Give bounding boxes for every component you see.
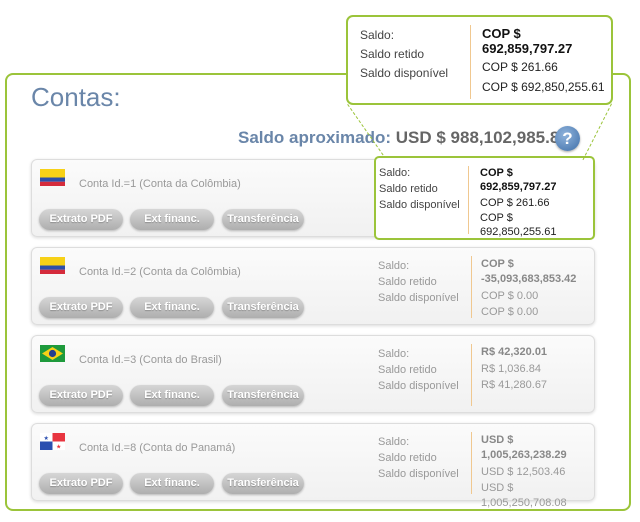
saldo-retido-value: COP $ 0.00 — [481, 290, 539, 302]
svg-text:★: ★ — [56, 443, 61, 450]
saldo-retido-label: Saldo retido — [378, 452, 437, 464]
ext-financ-button[interactable]: Ext financ. — [130, 209, 214, 230]
transferencia-button[interactable]: Transferência — [222, 297, 304, 318]
transferencia-button[interactable]: Transferência — [222, 209, 304, 230]
saldo-retido-value: COP $ 261.66 — [482, 60, 558, 74]
account-label: Conta Id.=8 (Conta do Panamá) — [79, 442, 236, 454]
ext-financ-button[interactable]: Ext financ. — [130, 385, 214, 406]
saldo-disponivel-label: Saldo disponível — [378, 380, 459, 392]
saldo-disponivel-label: Saldo disponível — [378, 292, 459, 304]
brazil-flag-icon — [40, 345, 65, 362]
saldo-disponivel-value: COP $ 0.00 — [481, 306, 539, 318]
panama-flag-icon: ★ ★ — [40, 433, 65, 450]
saldo-retido-value: USD $ 12,503.46 — [481, 466, 566, 478]
saldo-value: COP $ 692,859,797.27 — [482, 26, 573, 56]
approximate-balance-label: Saldo aproximado: — [238, 128, 392, 147]
saldo-retido-label: Saldo retido — [379, 183, 438, 195]
account-label: Conta Id.=3 (Conta do Brasil) — [79, 354, 222, 366]
account-card-2: Conta Id.=2 (Conta da Colômbia) Extrato … — [31, 247, 595, 325]
divider — [471, 256, 472, 318]
saldo-label: Saldo: — [379, 167, 411, 179]
saldo-disponivel-value: R$ 41,280.67 — [481, 379, 548, 391]
saldo-value: USD $ 1,005,263,238.29 — [481, 434, 567, 461]
question-icon[interactable]: ? — [555, 126, 580, 151]
saldo-disponivel-value: USD $ 1,005,250,708.08 — [481, 482, 567, 509]
extrato-pdf-button[interactable]: Extrato PDF — [39, 385, 123, 406]
svg-text:★: ★ — [44, 435, 49, 442]
saldo-label: Saldo: — [378, 260, 410, 272]
ext-financ-button[interactable]: Ext financ. — [130, 473, 214, 494]
saldo-retido-value: R$ 1,036.84 — [481, 363, 541, 375]
saldo-value: COP $ -35,093,683,853.42 — [481, 258, 577, 285]
colombia-flag-icon — [40, 169, 65, 186]
account-label: Conta Id.=1 (Conta da Colômbia) — [79, 178, 241, 190]
colombia-flag-icon — [40, 257, 65, 274]
divider — [468, 166, 469, 234]
balance-callout: Saldo: Saldo retido Saldo disponível COP… — [346, 15, 613, 105]
saldo-disponivel-value: COP $ 692,850,255.61 — [480, 212, 557, 238]
extrato-pdf-button[interactable]: Extrato PDF — [39, 297, 123, 318]
account-label: Conta Id.=2 (Conta da Colômbia) — [79, 266, 241, 278]
saldo-retido-value: COP $ 261.66 — [480, 197, 550, 209]
approximate-balance-value: USD $ 988,102,985.80 — [395, 128, 569, 147]
saldo-retido-label: Saldo retido — [360, 47, 425, 61]
saldo-retido-label: Saldo retido — [378, 276, 437, 288]
saldo-disponivel-label: Saldo disponível — [379, 199, 460, 211]
saldo-disponivel-label: Saldo disponível — [360, 66, 449, 80]
extrato-pdf-button[interactable]: Extrato PDF — [39, 209, 123, 230]
transferencia-button[interactable]: Transferência — [222, 473, 304, 494]
account-card-3: Conta Id.=3 (Conta do Brasil) Extrato PD… — [31, 335, 595, 413]
saldo-label: Saldo: — [378, 436, 410, 448]
divider — [471, 344, 472, 406]
saldo-value: R$ 42,320.01 — [481, 346, 548, 358]
account-1-balance-box: Saldo: Saldo retido Saldo disponível COP… — [374, 156, 595, 240]
page-title: Contas: — [31, 82, 121, 112]
saldo-label: Saldo: — [360, 28, 395, 42]
extrato-pdf-button[interactable]: Extrato PDF — [39, 473, 123, 494]
divider — [471, 432, 472, 494]
saldo-value: COP $ 692,859,797.27 — [480, 167, 557, 193]
transferencia-button[interactable]: Transferência — [222, 385, 304, 406]
divider — [470, 25, 471, 99]
saldo-disponivel-value: COP $ 692,850,255.61 — [482, 80, 605, 94]
ext-financ-button[interactable]: Ext financ. — [130, 297, 214, 318]
account-card-4: ★ ★ Conta Id.=8 (Conta do Panamá) Extrat… — [31, 423, 595, 509]
saldo-retido-label: Saldo retido — [378, 364, 437, 376]
saldo-disponivel-label: Saldo disponível — [378, 468, 459, 480]
saldo-label: Saldo: — [378, 348, 410, 360]
approximate-balance: Saldo aproximado: USD $ 988,102,985.80 — [238, 128, 569, 148]
